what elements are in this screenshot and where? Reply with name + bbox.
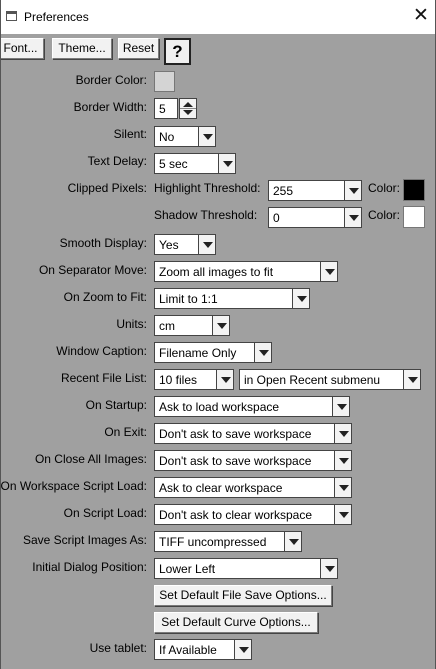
recent-file-location-value: in Open Recent submenu (244, 373, 381, 387)
set-default-file-save-options-button[interactable]: Set Default File Save Options... (154, 585, 332, 606)
font-button[interactable]: Font... (1, 38, 44, 59)
use-tablet-value: If Available (159, 643, 217, 657)
window-caption-select[interactable]: Filename Only (154, 342, 272, 363)
on-workspace-script-load-label: On Workspace Script Load: (0, 479, 147, 493)
dropdown-arrow-icon[interactable] (403, 369, 421, 390)
highlight-threshold-label: Highlight Threshold: (154, 181, 261, 195)
dropdown-arrow-icon[interactable] (334, 504, 352, 525)
on-separator-move-select[interactable]: Zoom all images to fit (154, 261, 338, 282)
silent-label: Silent: (113, 127, 147, 141)
on-startup-label: On Startup: (85, 398, 147, 412)
shadow-threshold-label: Shadow Threshold: (154, 208, 258, 222)
smooth-display-select[interactable]: Yes (154, 234, 216, 255)
silent-select[interactable]: No (154, 126, 216, 147)
smooth-display-value: Yes (159, 238, 179, 252)
dropdown-arrow-icon[interactable] (334, 423, 352, 444)
dropdown-arrow-icon[interactable] (254, 342, 272, 363)
shadow-threshold-select[interactable]: 0 (268, 207, 362, 228)
app-window-icon (6, 11, 17, 21)
save-script-images-select[interactable]: TIFF uncompressed (154, 531, 302, 552)
dropdown-arrow-icon[interactable] (344, 180, 362, 201)
on-exit-value: Don't ask to save workspace (159, 427, 312, 441)
highlight-color-swatch[interactable] (403, 179, 425, 201)
initial-dialog-position-value: Lower Left (159, 562, 216, 576)
units-select[interactable]: cm (154, 315, 230, 336)
dropdown-arrow-icon[interactable] (334, 477, 352, 498)
border-width-stepper[interactable] (179, 98, 197, 119)
theme-button[interactable]: Theme... (52, 38, 112, 59)
on-exit-select[interactable]: Don't ask to save workspace (154, 423, 352, 444)
dropdown-arrow-icon[interactable] (332, 396, 350, 417)
use-tablet-label: Use tablet: (89, 641, 147, 655)
use-tablet-select[interactable]: If Available (154, 639, 252, 660)
dropdown-arrow-icon[interactable] (212, 315, 230, 336)
on-close-all-select[interactable]: Don't ask to save workspace (154, 450, 352, 471)
preferences-window: Preferences ✕ Font... Theme... Reset ? B… (0, 0, 436, 669)
on-script-load-value: Don't ask to clear workspace (159, 508, 313, 522)
border-width-input[interactable]: 5 (154, 98, 178, 119)
recent-file-count-select[interactable]: 10 files (154, 369, 234, 390)
border-width-value: 5 (159, 102, 166, 116)
text-delay-select[interactable]: 5 sec (154, 153, 236, 174)
border-width-label: Border Width: (73, 100, 147, 114)
on-zoom-to-fit-select[interactable]: Limit to 1:1 (154, 288, 310, 309)
window-title: Preferences (24, 10, 89, 24)
title-bar: Preferences ✕ (1, 0, 435, 34)
on-close-all-value: Don't ask to save workspace (159, 454, 312, 468)
reset-button[interactable]: Reset (118, 38, 159, 59)
highlight-color-label: Color: (368, 181, 401, 195)
on-script-load-label: On Script Load: (63, 506, 147, 520)
on-separator-move-value: Zoom all images to fit (159, 265, 274, 279)
shadow-threshold-value: 0 (273, 211, 280, 225)
recent-file-count-value: 10 files (159, 373, 198, 387)
highlight-threshold-value: 255 (273, 184, 294, 198)
dropdown-arrow-icon[interactable] (292, 288, 310, 309)
recent-file-list-label: Recent File List: (60, 371, 147, 385)
highlight-threshold-select[interactable]: 255 (268, 180, 362, 201)
on-zoom-to-fit-value: Limit to 1:1 (159, 292, 218, 306)
dropdown-arrow-icon[interactable] (198, 234, 216, 255)
shadow-color-swatch[interactable] (403, 206, 425, 228)
recent-file-location-select[interactable]: in Open Recent submenu (239, 369, 421, 390)
on-separator-move-label: On Separator Move: (38, 263, 147, 277)
close-icon[interactable]: ✕ (410, 6, 432, 28)
window-caption-label: Window Caption: (56, 344, 147, 358)
dropdown-arrow-icon[interactable] (218, 153, 236, 174)
dropdown-arrow-icon[interactable] (320, 558, 338, 579)
on-workspace-script-load-value: Ask to clear workspace (159, 481, 283, 495)
on-script-load-select[interactable]: Don't ask to clear workspace (154, 504, 352, 525)
units-value: cm (159, 319, 175, 333)
on-zoom-to-fit-label: On Zoom to Fit: (63, 290, 147, 304)
help-button[interactable]: ? (164, 38, 191, 65)
on-startup-select[interactable]: Ask to load workspace (154, 396, 350, 417)
dropdown-arrow-icon[interactable] (234, 639, 252, 660)
smooth-display-label: Smooth Display: (59, 236, 147, 250)
initial-dialog-position-select[interactable]: Lower Left (154, 558, 338, 579)
save-script-images-label: Save Script Images As: (22, 533, 147, 547)
on-workspace-script-load-select[interactable]: Ask to clear workspace (154, 477, 352, 498)
dropdown-arrow-icon[interactable] (198, 126, 216, 147)
initial-dialog-position-label: Initial Dialog Position: (32, 560, 147, 574)
dropdown-arrow-icon[interactable] (216, 369, 234, 390)
dropdown-arrow-icon[interactable] (320, 261, 338, 282)
text-delay-label: Text Delay: (87, 154, 147, 168)
dropdown-arrow-icon[interactable] (334, 450, 352, 471)
border-color-label: Border Color: (75, 73, 147, 87)
silent-value: No (159, 130, 175, 144)
dropdown-arrow-icon[interactable] (344, 207, 362, 228)
text-delay-value: 5 sec (159, 157, 188, 171)
dropdown-arrow-icon[interactable] (284, 531, 302, 552)
window-caption-value: Filename Only (159, 346, 237, 360)
set-default-curve-options-button[interactable]: Set Default Curve Options... (154, 612, 318, 633)
chevron-up-icon[interactable] (183, 102, 193, 107)
units-label: Units: (116, 317, 147, 331)
save-script-images-value: TIFF uncompressed (159, 535, 267, 549)
chevron-down-icon[interactable] (183, 110, 193, 115)
on-startup-value: Ask to load workspace (159, 400, 280, 414)
shadow-color-label: Color: (368, 208, 401, 222)
on-exit-label: On Exit: (104, 425, 147, 439)
border-color-swatch[interactable] (154, 71, 175, 92)
clipped-pixels-label: Clipped Pixels: (67, 181, 147, 195)
on-close-all-label: On Close All Images: (34, 452, 147, 466)
